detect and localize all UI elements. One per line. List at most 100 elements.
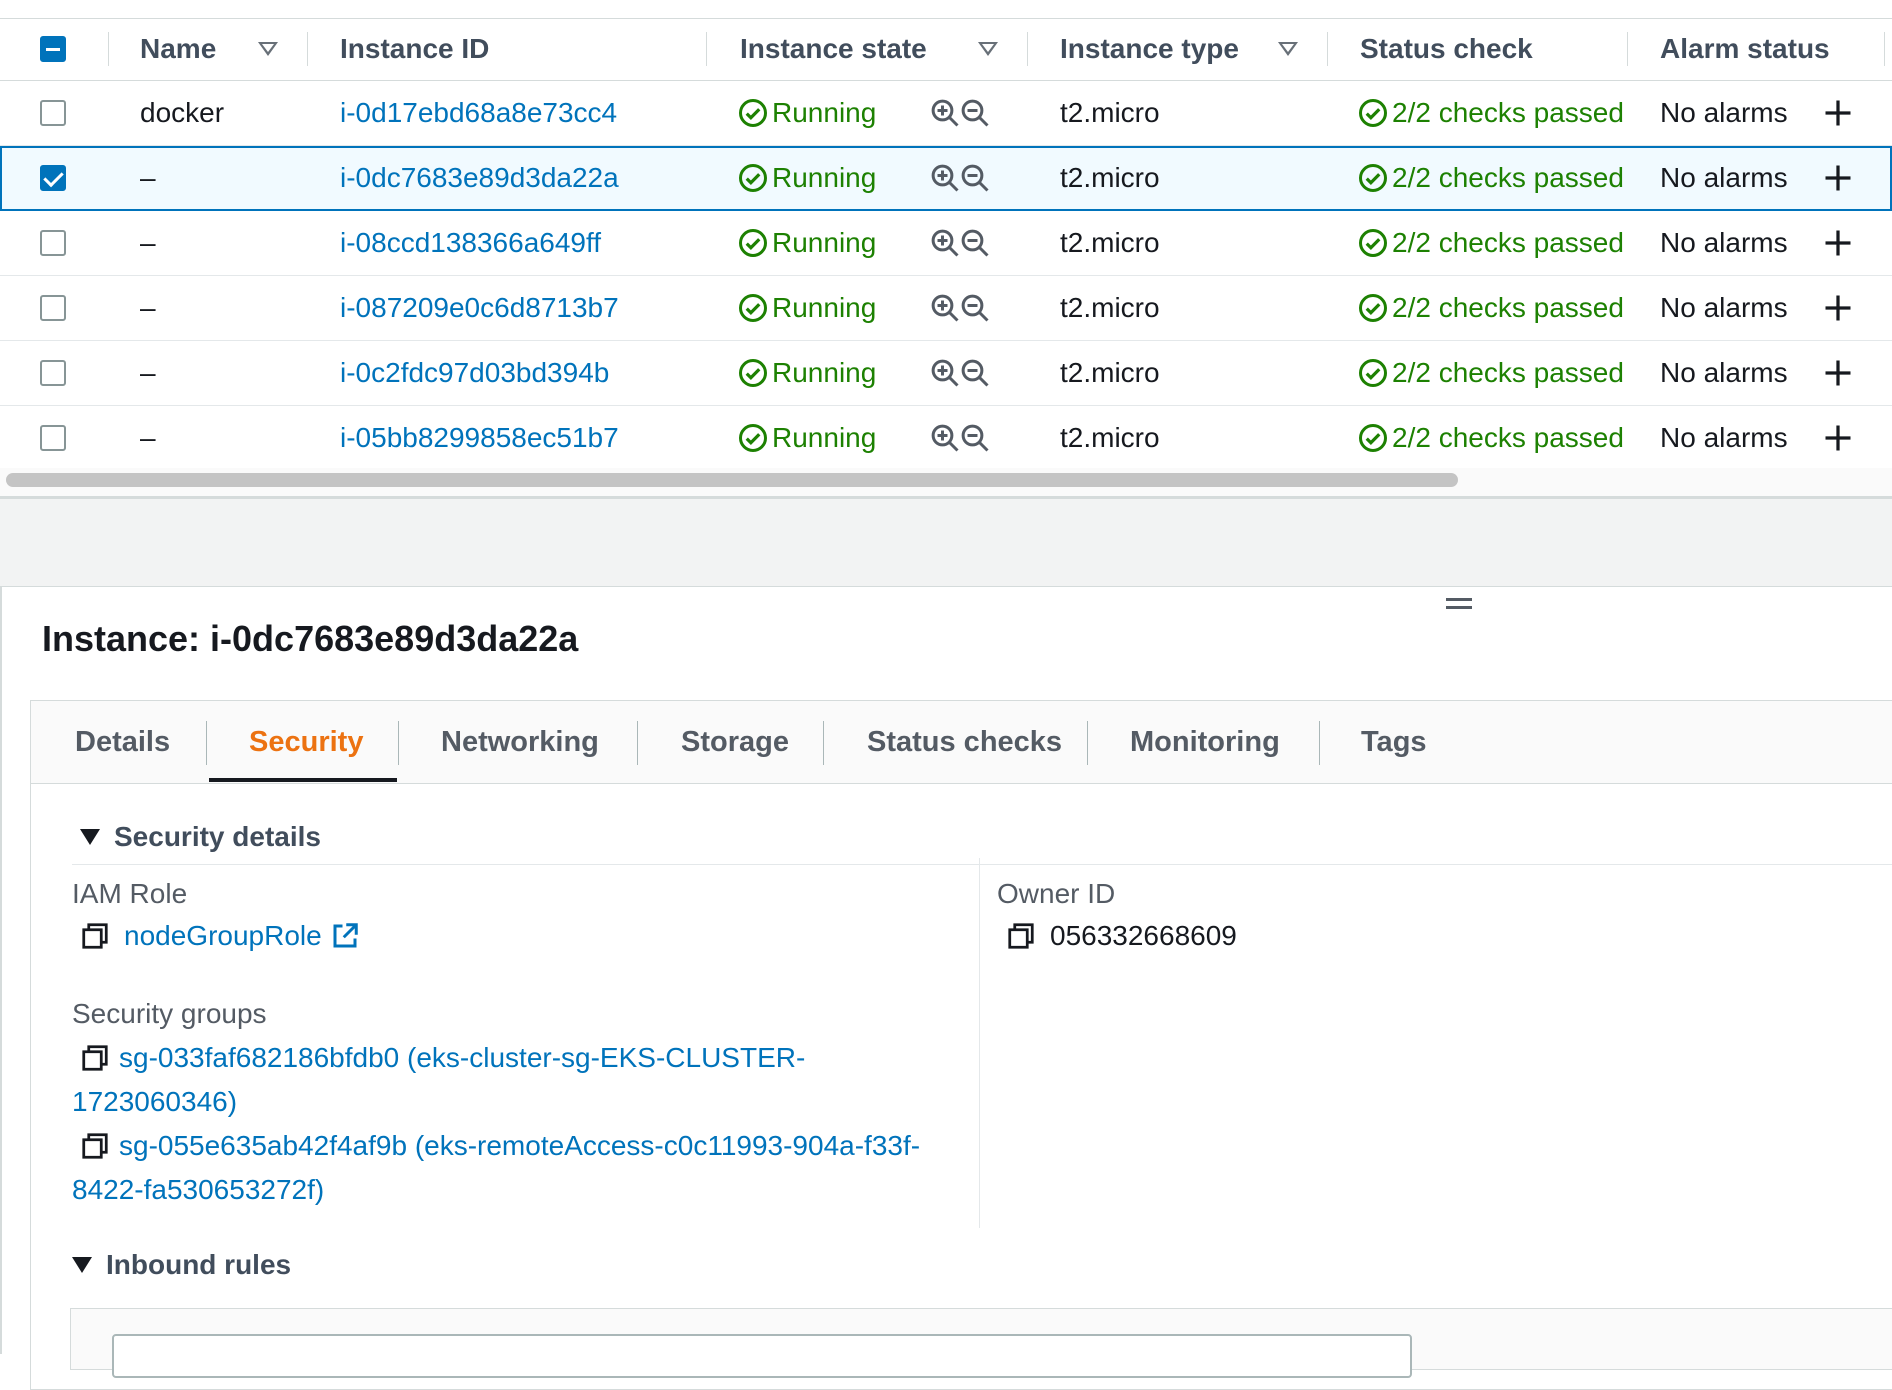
zoom-out-icon[interactable] [960, 358, 990, 388]
instance-state: Running [738, 146, 876, 210]
owner-id-value: 056332668609 [1006, 920, 1237, 952]
status-check: 2/2 checks passed [1358, 211, 1624, 275]
zoom-in-icon[interactable] [930, 163, 960, 193]
plus-icon[interactable] [1823, 211, 1853, 275]
status-check-text: 2/2 checks passed [1392, 162, 1624, 193]
copy-icon[interactable] [80, 1043, 110, 1073]
inbound-rules-toggle[interactable]: Inbound rules [72, 1249, 291, 1281]
status-check-text: 2/2 checks passed [1392, 97, 1624, 128]
copy-icon[interactable] [1006, 921, 1036, 951]
security-group-link-2-cont[interactable]: 8422-fa530653272f) [72, 1168, 324, 1212]
inbound-rules-heading: Inbound rules [106, 1249, 292, 1280]
status-check: 2/2 checks passed [1358, 146, 1624, 210]
tab-details[interactable]: Details [75, 701, 170, 783]
row-checkbox[interactable] [40, 406, 66, 470]
security-details-toggle[interactable]: Security details [80, 821, 321, 853]
security-group-link-1-cont[interactable]: 1723060346) [72, 1080, 237, 1124]
header-name[interactable]: Name [140, 18, 216, 80]
check-circle-icon [739, 424, 767, 452]
plus-icon[interactable] [1823, 81, 1853, 145]
plus-icon[interactable] [1823, 146, 1853, 210]
zoom-controls [930, 146, 990, 210]
check-circle-icon [1359, 294, 1387, 322]
select-all-checkbox[interactable] [40, 18, 66, 80]
external-link-icon[interactable] [330, 921, 360, 951]
row-checkbox[interactable] [40, 81, 66, 145]
split-divider-area [0, 499, 1892, 587]
header-alarm-status[interactable]: Alarm status [1660, 18, 1830, 80]
header-instance-state[interactable]: Instance state [740, 18, 927, 80]
tab-security[interactable]: Security [249, 701, 363, 783]
security-details-heading: Security details [114, 821, 321, 852]
table-row[interactable]: – i-0c2fdc97d03bd394b Running t2.micro 2/2 c… [0, 341, 1892, 406]
header-instance-type[interactable]: Instance type [1060, 18, 1239, 80]
alarm-status: No alarms [1660, 422, 1788, 453]
tab-storage[interactable]: Storage [681, 701, 789, 783]
plus-icon[interactable] [1823, 341, 1853, 405]
instance-id-link[interactable]: i-0d17ebd68a8e73cc4 [340, 81, 617, 145]
header-status-check[interactable]: Status check [1360, 18, 1533, 80]
instance-state-text: Running [772, 227, 877, 258]
instance-state: Running [738, 81, 876, 145]
security-groups-label: Security groups [72, 998, 267, 1029]
zoom-controls [930, 211, 990, 275]
tab-monitoring[interactable]: Monitoring [1130, 701, 1280, 783]
check-circle-icon [739, 294, 767, 322]
zoom-out-icon[interactable] [960, 98, 990, 128]
zoom-controls [930, 81, 990, 145]
zoom-out-icon[interactable] [960, 293, 990, 323]
tab-tags[interactable]: Tags [1361, 701, 1427, 783]
zoom-in-icon[interactable] [930, 293, 960, 323]
zoom-out-icon[interactable] [960, 423, 990, 453]
header-instance-id[interactable]: Instance ID [340, 18, 489, 80]
zoom-in-icon[interactable] [930, 358, 960, 388]
instance-state: Running [738, 406, 876, 470]
plus-icon[interactable] [1823, 276, 1853, 340]
instance-id-link[interactable]: i-08ccd138366a649ff [340, 211, 601, 275]
instance-state-text: Running [772, 162, 877, 193]
zoom-out-icon[interactable] [960, 228, 990, 258]
tab-status-checks[interactable]: Status checks [867, 701, 1062, 783]
drag-handle-icon[interactable] [1446, 598, 1472, 612]
instance-type: t2.micro [1060, 227, 1160, 258]
table-row[interactable]: – i-08ccd138366a649ff Running t2.micro 2/2 c… [0, 211, 1892, 276]
instance-id-link[interactable]: i-0dc7683e89d3da22a [340, 146, 619, 210]
inbound-rules-filter-input[interactable] [112, 1334, 1412, 1378]
iam-role-value: nodeGroupRole [80, 920, 360, 952]
security-group-link-2[interactable]: sg-055e635ab42f4af9b (eks-remoteAccess-c… [119, 1124, 920, 1168]
check-circle-icon [1359, 164, 1387, 192]
scrollbar-thumb[interactable] [6, 473, 1458, 487]
zoom-out-icon[interactable] [960, 163, 990, 193]
instance-id-link[interactable]: i-0c2fdc97d03bd394b [340, 341, 609, 405]
instance-state: Running [738, 341, 876, 405]
row-checkbox[interactable] [40, 146, 66, 210]
sort-icon[interactable] [258, 18, 278, 80]
instance-id-link[interactable]: i-05bb8299858ec51b7 [340, 406, 619, 470]
row-checkbox[interactable] [40, 341, 66, 405]
sort-icon[interactable] [978, 18, 998, 80]
table-row[interactable]: – i-0dc7683e89d3da22a Running t2.micro 2/2 c… [0, 146, 1892, 211]
instance-state-text: Running [772, 357, 877, 388]
zoom-in-icon[interactable] [930, 228, 960, 258]
copy-icon[interactable] [80, 921, 110, 951]
zoom-controls [930, 276, 990, 340]
tab-networking[interactable]: Networking [441, 701, 599, 783]
copy-icon[interactable] [80, 1131, 110, 1161]
row-checkbox[interactable] [40, 211, 66, 275]
table-row[interactable]: – i-087209e0c6d8713b7 Running t2.micro 2/2 c… [0, 276, 1892, 341]
instance-state-text: Running [772, 97, 877, 128]
zoom-in-icon[interactable] [930, 423, 960, 453]
row-checkbox[interactable] [40, 276, 66, 340]
instance-id-link[interactable]: i-087209e0c6d8713b7 [340, 276, 619, 340]
table-row[interactable]: – i-05bb8299858ec51b7 Running t2.micro 2/2 c… [0, 406, 1892, 471]
sort-icon[interactable] [1278, 18, 1298, 80]
active-tab-indicator [209, 778, 397, 782]
security-group-link-1[interactable]: sg-033faf682186bfdb0 (eks-cluster-sg-EKS… [119, 1036, 805, 1080]
alarm-status: No alarms [1660, 227, 1788, 258]
zoom-in-icon[interactable] [930, 98, 960, 128]
divider [72, 864, 1892, 865]
table-row[interactable]: docker i-0d17ebd68a8e73cc4 Running t2.micro… [0, 81, 1892, 146]
iam-role-link[interactable]: nodeGroupRole [124, 920, 322, 952]
plus-icon[interactable] [1823, 406, 1853, 470]
horizontal-scrollbar[interactable] [0, 468, 1892, 499]
